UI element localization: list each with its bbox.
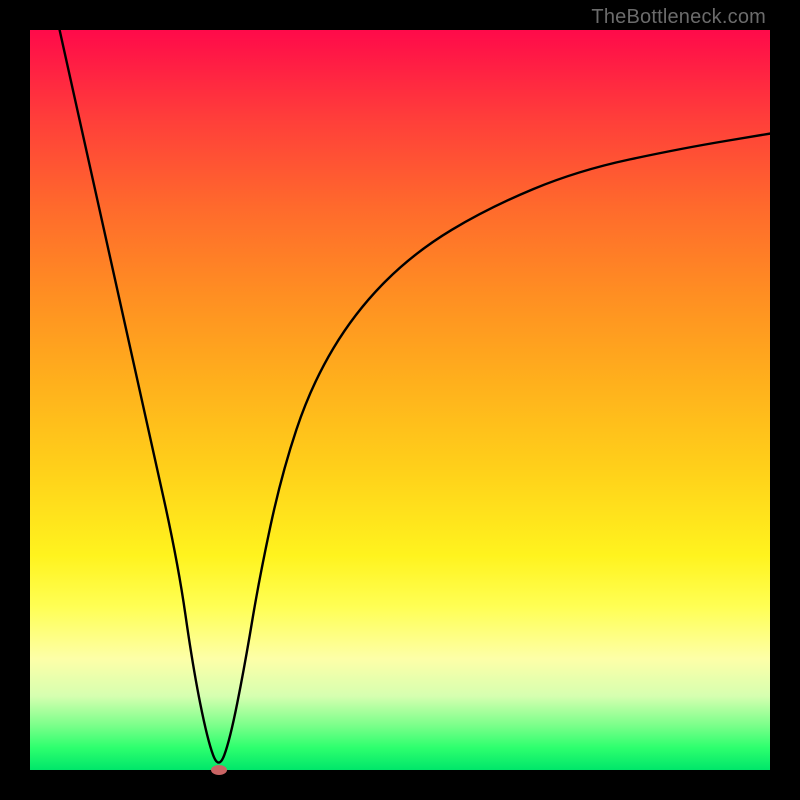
chart-frame: TheBottleneck.com (0, 0, 800, 800)
attribution-text: TheBottleneck.com (591, 6, 766, 29)
minimum-marker (211, 765, 227, 775)
plot-area (30, 30, 770, 770)
curve-svg (30, 30, 770, 770)
bottleneck-curve (60, 30, 770, 763)
